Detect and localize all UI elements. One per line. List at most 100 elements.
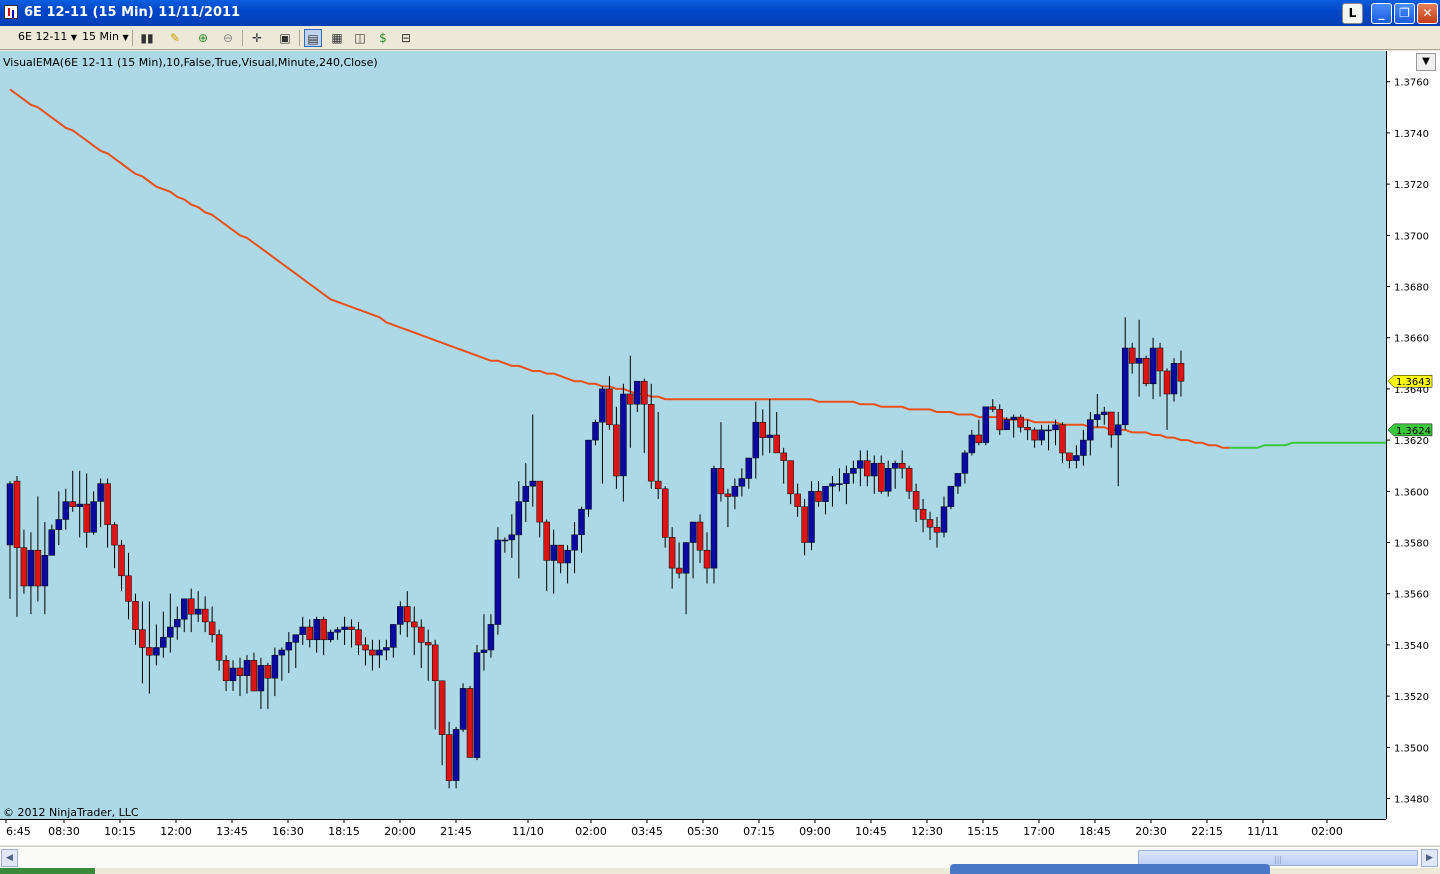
candle [278,647,286,681]
time-tick-label: 16:30 [272,825,304,838]
candle-body-down [543,521,550,561]
candle-body-up [397,606,404,625]
candle-body-down [1031,429,1038,441]
candle [6,481,14,599]
candle-body-up [689,521,697,543]
candle-body-down [69,501,76,507]
price-tick-label: 1.3480 [1394,795,1429,806]
indicators-icon[interactable]: ▦ [328,29,346,47]
candle [1142,355,1150,387]
candle-body-up [327,631,334,641]
candle [606,376,613,430]
indicator-label: VisualEMA(6E 12-11 (15 Min),10,False,Tru… [3,56,378,69]
candle [1128,342,1136,374]
candle-body-down [696,521,704,551]
candle [174,606,181,640]
crosshair-icon[interactable]: ✛ [248,29,266,47]
orders-icon[interactable]: $ [374,29,392,47]
candle-body-up [1135,357,1143,364]
link-button[interactable]: L [1342,3,1363,24]
time-tick-label: 22:15 [1191,825,1223,838]
candle-body-up [752,421,760,459]
instrument-selector[interactable]: 6E 12-11 ▼ [18,30,77,43]
candle-body-up [90,501,97,533]
interval-selector[interactable]: 15 Min ▼ [82,30,129,43]
candle [564,545,571,584]
zoom-out-icon[interactable]: ⊖ [219,29,237,47]
price-tick-label: 1.3540 [1394,641,1429,652]
candle [327,629,334,643]
candle-body-down [1177,363,1185,382]
candle [961,450,969,484]
candle-body-down [919,508,927,520]
candle [348,619,355,648]
candle [836,468,843,492]
properties-icon[interactable]: ▣ [276,29,294,47]
candle [236,657,244,697]
candle [543,519,550,592]
candle [975,419,983,446]
price-tick-label: 1.3660 [1394,334,1429,345]
candle [578,506,585,553]
title-bar[interactable]: 6E 12-11 (15 Min) 11/11/2011 L _ ❐ ✕ [0,0,1440,26]
candle [383,639,390,661]
bar-type-icon[interactable]: ▮▮ [138,29,156,47]
ema-line-falling [9,88,1230,449]
candle [201,596,209,633]
time-tick-label: 05:30 [687,825,719,838]
strategies-icon[interactable]: ◫ [351,29,369,47]
current-price-label-text: 1.3643 [1396,377,1431,388]
candle-body-down [20,547,28,587]
chart-toolbar: 6E 12-11 ▼ 15 Min ▼ ▮▮ ✎ ⊕ ⊖ ✛ ▣ ▤ ▦ ◫ $… [0,26,1440,50]
candle-body-up [1045,429,1052,432]
zoom-in-icon[interactable]: ⊕ [194,29,212,47]
maximize-button[interactable]: ❐ [1394,3,1415,24]
time-tick-label: 18:15 [328,825,360,838]
scroll-left-icon[interactable]: ◀ [1,849,18,867]
candle-body-up [620,393,627,477]
price-axis-labels: 1.3760 1.3740 1.3720 1.3700 1.3680 1.3660 1.36… [1386,78,1433,806]
price-chart[interactable] [0,51,1386,819]
candle [996,404,1003,435]
candle-body-down [111,524,118,546]
candle-body-down [996,409,1003,431]
tab-icon[interactable]: ⊟ [397,29,415,47]
candle [905,465,913,499]
candle [215,629,223,671]
candle [571,522,578,574]
current-price-label: 1.3643 [1387,374,1433,388]
candle [1121,317,1129,430]
candle-body-down [348,626,355,630]
candle-body-down [780,452,787,461]
candle [654,411,662,499]
candle [132,593,139,645]
minimize-button[interactable]: _ [1371,3,1392,24]
candle [362,637,369,666]
candle-body-down [557,544,564,564]
scroll-right-icon[interactable]: ▶ [1421,849,1438,867]
candle-body-down [83,503,90,533]
candle-body-up [334,629,341,633]
candle [494,527,502,635]
candle [83,473,90,548]
candle [947,485,955,510]
candle [829,475,836,507]
chevron-down-icon[interactable]: ▼ [1416,53,1436,71]
candle-body-down [536,480,543,523]
candle-body-down [878,462,885,492]
candle-body-down [34,549,42,587]
candle-body-down [369,649,376,656]
candle-body-up [710,468,718,569]
candle [1073,445,1080,469]
close-button[interactable]: ✕ [1417,3,1438,24]
draw-tool-icon[interactable]: ✎ [166,29,184,47]
candle [250,652,258,692]
candle [661,486,669,548]
time-tick-label: 10:15 [104,825,136,838]
candle [187,588,195,633]
candle-body-down [647,404,655,482]
candle-body-up [55,519,63,530]
data-box-icon[interactable]: ▤ [304,29,322,47]
candle-body-up [738,478,746,487]
candle [1114,411,1122,487]
